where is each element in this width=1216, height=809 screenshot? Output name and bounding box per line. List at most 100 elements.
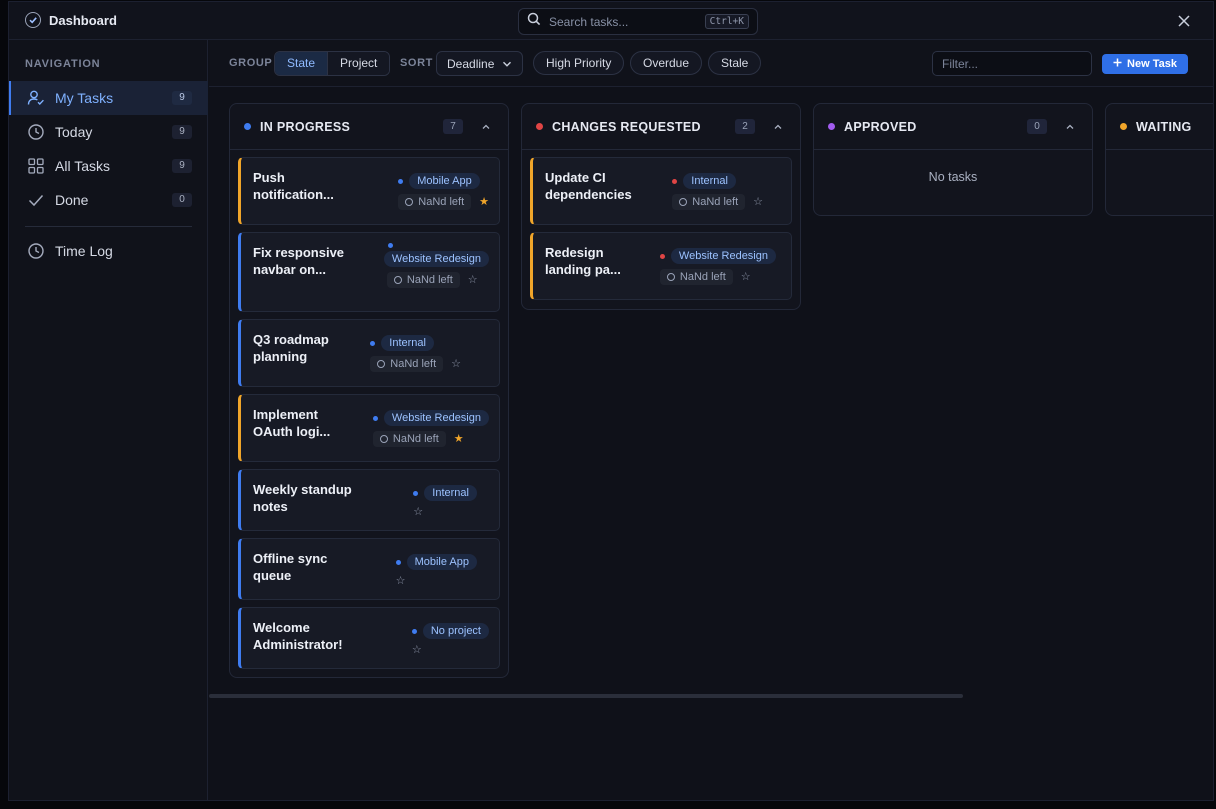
star-icon[interactable]: ☆ [396, 575, 406, 587]
horizontal-scrollbar[interactable] [209, 694, 963, 698]
star-icon[interactable]: ★ [479, 196, 489, 208]
column-title: APPROVED [844, 119, 917, 134]
filter-chip-stale[interactable]: Stale [708, 51, 762, 75]
search-shortcut: Ctrl+K [704, 14, 749, 29]
star-icon[interactable]: ☆ [468, 274, 478, 286]
star-icon[interactable]: ☆ [741, 271, 751, 283]
task-title: Fix responsive navbar on... [253, 245, 345, 277]
task-card[interactable]: Redesign landing pa... Website Redesign … [530, 232, 792, 300]
task-meta: Internal NaNd left ☆ [370, 335, 461, 372]
project-dot [672, 178, 678, 184]
task-card[interactable]: Update CI dependencies Internal NaNd lef… [530, 157, 792, 225]
column-status-dot [244, 123, 251, 130]
task-card[interactable]: Push notification... Mobile App NaNd lef… [238, 157, 500, 225]
column-header: CHANGES REQUESTED 2 [522, 104, 800, 150]
project-tag[interactable]: Internal [381, 335, 434, 351]
task-title: Weekly standup notes [253, 482, 352, 514]
plus-icon [1113, 58, 1122, 70]
clock-ring-icon [377, 360, 386, 368]
chevron-up-icon [774, 124, 782, 129]
project-dot [387, 243, 393, 248]
sort-select[interactable]: Deadline [436, 51, 523, 76]
search-input[interactable]: Search tasks... Ctrl+K [518, 8, 758, 35]
star-icon[interactable]: ☆ [753, 196, 763, 208]
task-meta: Website Redesign NaNd left ☆ [383, 243, 489, 288]
column-count: 0 [1027, 119, 1047, 134]
title-bar: Dashboard Search tasks... Ctrl+K [9, 2, 1213, 40]
project-dot [372, 415, 378, 421]
task-title: Implement OAuth logi... [253, 407, 331, 439]
task-meta: Mobile App NaNd left ★ [398, 173, 489, 210]
sidebar-item-today[interactable]: Today 9 [9, 115, 208, 149]
task-title: Welcome Administrator! [253, 620, 343, 652]
task-meta: Internal NaNd left ☆ [672, 173, 763, 210]
project-tag[interactable]: Internal [424, 485, 477, 501]
column-collapse-button[interactable] [478, 119, 494, 135]
star-icon[interactable]: ☆ [413, 506, 423, 518]
filter-chip-overdue[interactable]: Overdue [630, 51, 703, 75]
project-tag[interactable]: Mobile App [406, 554, 477, 570]
group-option-state[interactable]: State [275, 52, 329, 75]
task-card[interactable]: Q3 roadmap planning Internal NaNd left ☆ [238, 319, 500, 387]
column-collapse-button[interactable] [770, 119, 786, 135]
task-card[interactable]: Weekly standup notes Internal ☆ [238, 469, 500, 531]
task-card[interactable]: Fix responsive navbar on... Website Rede… [238, 232, 500, 312]
sidebar-item-label: All Tasks [55, 158, 110, 174]
group-label: GROUP [229, 57, 273, 69]
filter-chip-high-priority[interactable]: High Priority [533, 51, 625, 75]
sort-label: SORT [400, 57, 433, 69]
task-title: Redesign landing pa... [545, 245, 621, 277]
due-badge: NaNd left [370, 356, 444, 372]
task-card[interactable]: Implement OAuth logi... Website Redesign… [238, 394, 500, 462]
user-check-icon [27, 89, 45, 107]
sidebar-item-all-tasks[interactable]: All Tasks 9 [9, 149, 208, 183]
task-title: Offline sync queue [253, 551, 328, 583]
column-collapse-button[interactable] [1062, 119, 1078, 135]
due-badge: NaNd left [672, 194, 746, 210]
sidebar: NAVIGATION My Tasks 9 Today 9 All Tasks … [9, 40, 208, 800]
group-toggle: State Project [274, 51, 391, 76]
project-tag[interactable]: Mobile App [409, 173, 480, 189]
star-icon[interactable]: ★ [454, 433, 464, 445]
sidebar-item-count: 0 [172, 193, 192, 207]
group-option-project[interactable]: Project [328, 52, 390, 75]
sidebar-item-count: 9 [172, 159, 192, 173]
nav-divider [25, 226, 192, 227]
project-tag[interactable]: No project [422, 623, 489, 639]
project-dot [395, 559, 401, 565]
chevron-up-icon [1066, 124, 1074, 129]
star-icon[interactable]: ☆ [412, 644, 422, 656]
chevron-down-icon [502, 61, 512, 67]
task-meta: Mobile App ☆ [395, 554, 477, 587]
column-header: IN PROGRESS 7 [230, 104, 508, 150]
filter-input[interactable] [932, 51, 1092, 76]
column-count: 2 [735, 119, 755, 134]
project-tag[interactable]: Internal [683, 173, 736, 189]
task-card[interactable]: Offline sync queue Mobile App ☆ [238, 538, 500, 600]
sidebar-item-done[interactable]: Done 0 [9, 183, 208, 217]
star-icon[interactable]: ☆ [451, 358, 461, 370]
project-dot [413, 490, 419, 496]
chevron-up-icon [482, 124, 490, 129]
close-icon [1178, 15, 1190, 27]
sidebar-item-count: 9 [172, 125, 192, 139]
project-tag[interactable]: Website Redesign [670, 248, 776, 264]
close-button[interactable] [1175, 12, 1193, 30]
due-text: NaNd left [392, 433, 439, 445]
column-header: WAITING [1106, 104, 1213, 150]
due-badge: NaNd left [398, 194, 472, 210]
task-title: Q3 roadmap planning [253, 332, 329, 364]
project-dot [659, 253, 665, 259]
due-text: NaNd left [679, 271, 726, 283]
column-body: Push notification... Mobile App NaNd lef… [230, 150, 508, 677]
project-tag[interactable]: Website Redesign [383, 410, 489, 426]
sidebar-item-time-log[interactable]: Time Log [9, 234, 208, 268]
due-badge: NaNd left [386, 272, 460, 288]
task-card[interactable]: Welcome Administrator! No project ☆ [238, 607, 500, 669]
clock-icon [27, 242, 45, 260]
app-logo-icon [25, 12, 41, 28]
new-task-button[interactable]: New Task [1102, 54, 1188, 74]
project-tag[interactable]: Website Redesign [383, 251, 489, 267]
grid-icon [27, 157, 45, 175]
sidebar-item-my-tasks[interactable]: My Tasks 9 [9, 81, 208, 115]
